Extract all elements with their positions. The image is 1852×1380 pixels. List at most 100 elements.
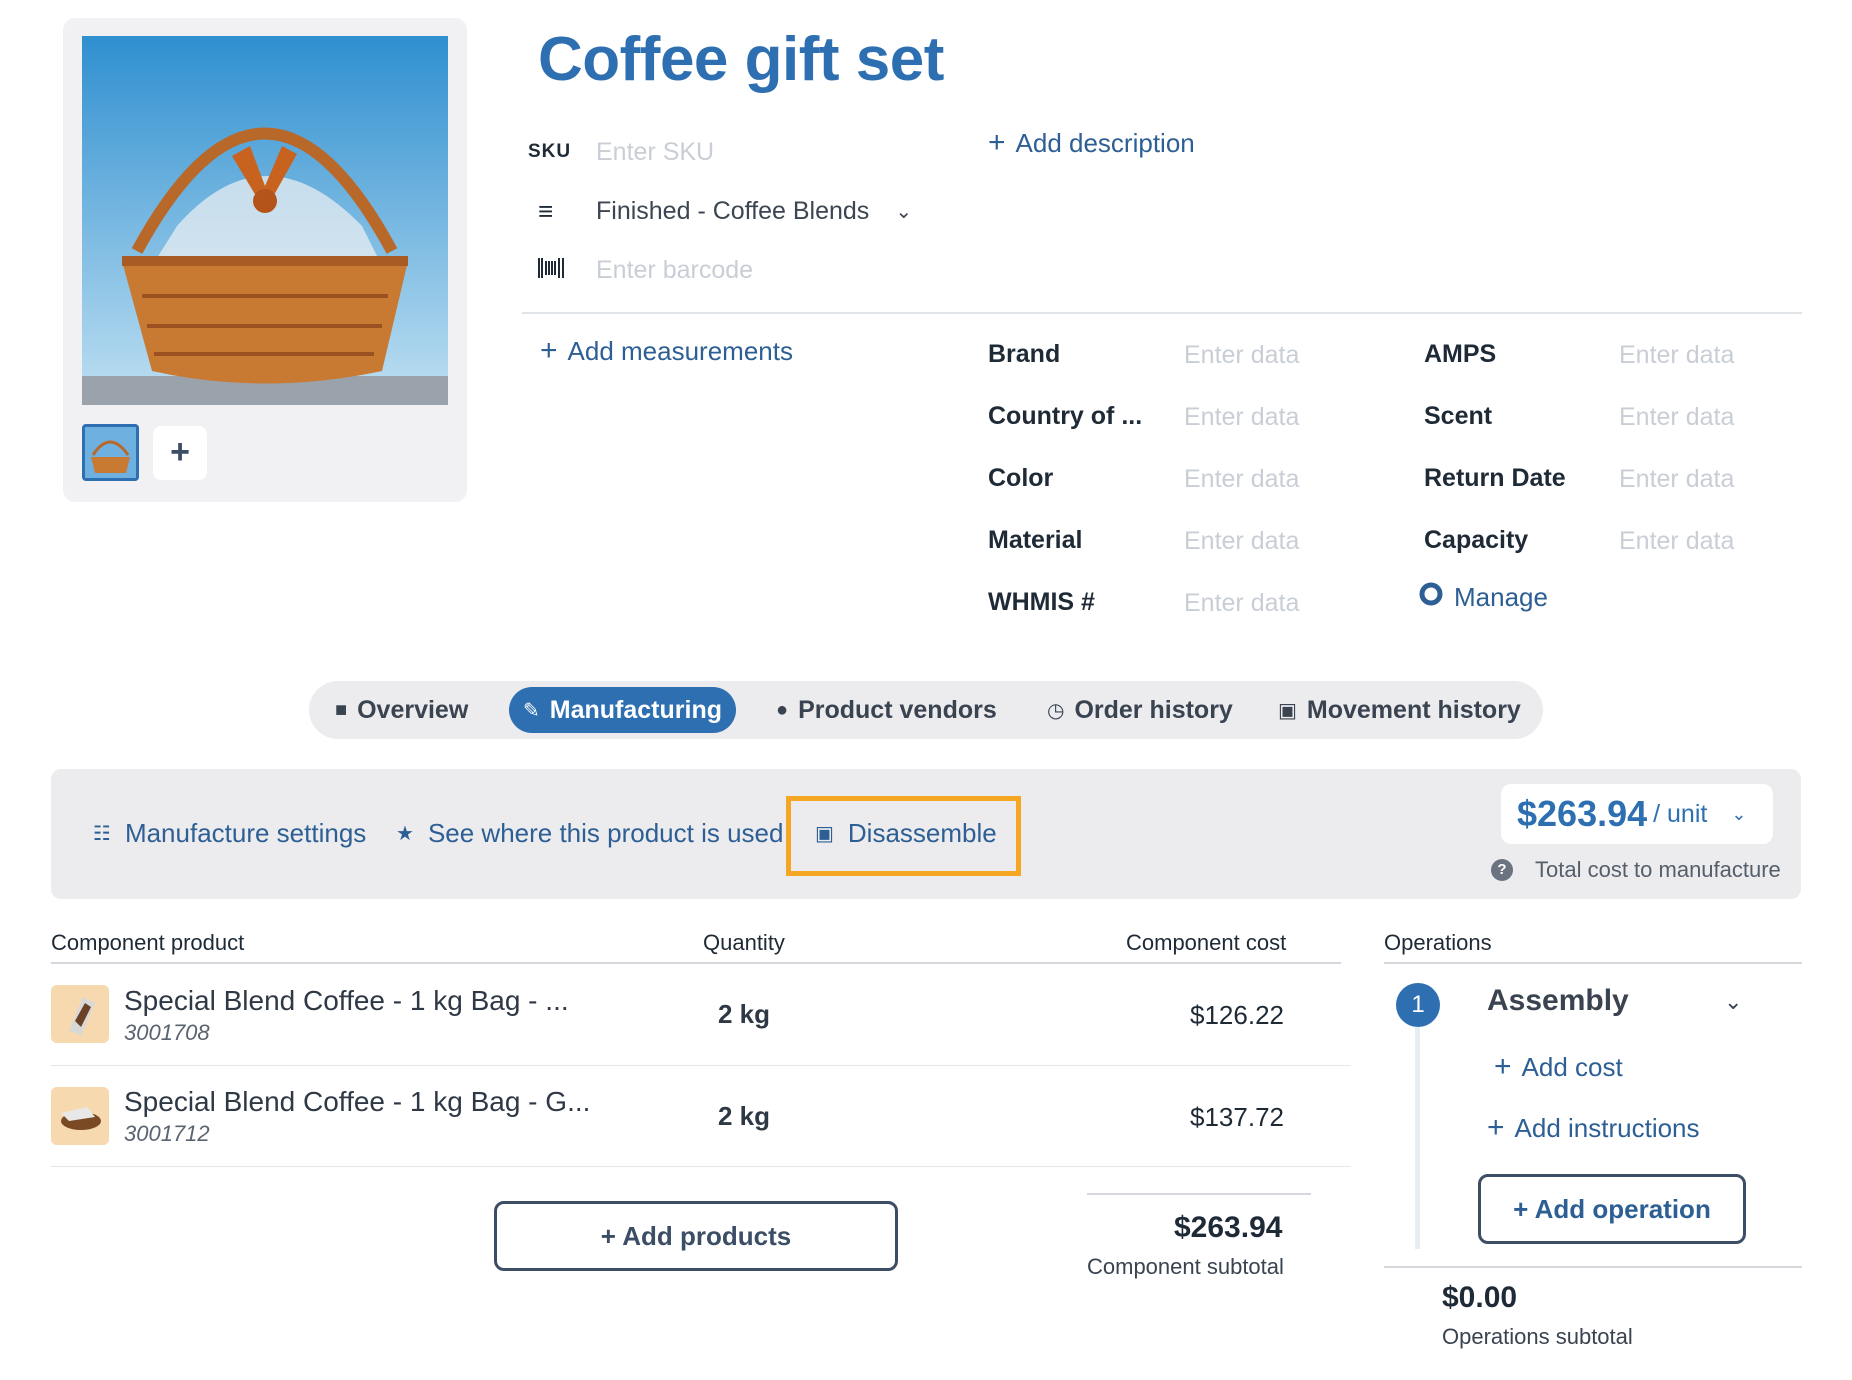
header-quantity: Quantity [703,930,785,955]
unit-cost-unit: / unit [1653,799,1708,828]
component-quantity[interactable]: 2 kg [718,999,770,1030]
component-cost: $126.22 [1190,1000,1284,1030]
tab-order-history-label: Order history [1074,695,1233,724]
manage-attributes-link[interactable]: Manage [1418,581,1548,614]
component-sku: 3001708 [124,1020,210,1045]
calendar-icon: ▣ [815,823,834,845]
attr-input-country[interactable]: Enter data [1184,403,1299,432]
tab-order-history[interactable]: ◷ Order history [1047,687,1233,733]
plus-icon: + [540,334,558,367]
clock-icon: ◷ [1047,699,1065,722]
plus-icon: + [1494,1050,1512,1083]
category-select[interactable]: Finished - Coffee Blends [596,197,869,226]
operation-name[interactable]: Assembly [1487,984,1629,1018]
chevron-down-icon[interactable]: ⌄ [895,199,912,224]
header-component-cost: Component cost [1126,930,1287,955]
unit-cost-value: $263.94 [1517,793,1648,834]
attr-input-color[interactable]: Enter data [1184,465,1299,494]
barcode-input[interactable]: Enter barcode [596,256,753,285]
sku-input[interactable]: Enter SKU [596,138,714,167]
component-name[interactable]: Special Blend Coffee - 1 kg Bag - G... [124,1086,590,1118]
add-measurements-label: Add measurements [567,335,793,366]
barcode-icon [528,255,596,286]
attr-label-return-date: Return Date [1424,464,1566,492]
manage-label: Manage [1454,582,1548,612]
attr-input-scent[interactable]: Enter data [1619,403,1734,432]
component-sku: 3001712 [124,1121,210,1146]
attr-label-color: Color [988,464,1054,492]
add-cost-link[interactable]: + Add cost [1494,1050,1623,1084]
operations-header-divider [1384,962,1802,964]
see-where-used-label: See where this product is used [427,818,784,848]
tab-manufacturing[interactable]: ✎ Manufacturing [509,687,736,733]
operation-step-number: 1 [1396,983,1440,1027]
manufacture-settings-label: Manufacture settings [124,818,367,848]
product-photo[interactable] [82,36,448,405]
attr-input-material[interactable]: Enter data [1184,527,1299,556]
add-products-button[interactable]: + Add products [494,1201,898,1271]
attr-label-capacity: Capacity [1424,526,1529,554]
manufacture-settings-button[interactable]: ☷ Manufacture settings [93,818,366,849]
unit-cost-selector[interactable]: $263.94 / unit ⌄ [1501,784,1773,844]
folder-icon: ■ [335,698,348,721]
attr-input-return-date[interactable]: Enter data [1619,465,1734,494]
chevron-down-icon[interactable]: ⌄ [1724,989,1742,1015]
attr-label-material: Material [988,526,1083,554]
tab-movement-history-label: Movement history [1306,695,1521,724]
attr-input-brand[interactable]: Enter data [1184,341,1299,370]
add-image-button[interactable]: + [153,426,207,480]
tab-manufacturing-label: Manufacturing [549,695,722,724]
divider [522,312,1802,314]
total-cost-label: Total cost to manufacture [1535,857,1781,882]
tab-overview[interactable]: ■ Overview [335,687,468,733]
sku-label: SKU [528,141,572,162]
add-instructions-link[interactable]: + Add instructions [1487,1111,1700,1145]
attr-label-scent: Scent [1424,402,1493,430]
add-measurements-link[interactable]: + Add measurements [540,334,793,368]
product-thumbnail[interactable] [82,424,139,481]
attr-label-amps: AMPS [1424,340,1497,368]
chevron-down-icon: ⌄ [1731,803,1747,824]
tab-bar: ■ Overview ✎ Manufacturing ● Product ven… [309,681,1543,739]
star-icon: ★ [396,823,414,845]
component-quantity[interactable]: 2 kg [718,1101,770,1132]
disassemble-button[interactable]: ▣ Disassemble [815,818,997,849]
person-icon: ● [776,698,789,721]
component-subtotal-value: $263.94 [1174,1211,1283,1244]
add-description-link[interactable]: + Add description [988,126,1195,160]
add-cost-label: Add cost [1521,1051,1623,1082]
attr-input-amps[interactable]: Enter data [1619,341,1734,370]
tab-movement-history[interactable]: ▣ Movement history [1278,687,1521,733]
plus-icon: + [988,126,1006,159]
product-image-card: + [63,18,467,502]
tab-product-vendors-label: Product vendors [798,695,997,724]
attr-label-whmis: WHMIS # [988,588,1095,616]
table-header-divider [51,962,1341,964]
tab-product-vendors[interactable]: ● Product vendors [776,687,997,733]
header-component-product: Component product [51,930,245,955]
add-operation-button[interactable]: + Add operation [1478,1174,1746,1244]
product-title[interactable]: Coffee gift set [538,24,944,95]
add-instructions-label: Add instructions [1514,1112,1700,1143]
gear-icon [1418,581,1444,614]
component-name[interactable]: Special Blend Coffee - 1 kg Bag - ... [124,985,569,1017]
category-icon: ≡ [538,195,554,226]
attr-input-whmis[interactable]: Enter data [1184,589,1299,618]
component-cost: $137.72 [1190,1102,1284,1132]
operations-subtotal-divider [1384,1266,1802,1268]
see-where-used-button[interactable]: ★ See where this product is used [396,818,783,849]
header-operations: Operations [1384,930,1492,955]
attr-label-country: Country of ... [988,402,1143,430]
barcode-row: Enter barcode [528,250,753,290]
category-row[interactable]: ≡ Finished - Coffee Blends ⌄ [528,191,912,231]
calendar-icon: ▣ [1278,699,1297,722]
operations-subtotal-value: $0.00 [1442,1281,1518,1314]
manufacturing-action-bar: ☷ Manufacture settings ★ See where this … [51,769,1801,899]
add-description-label: Add description [1015,127,1195,158]
component-thumbnail [51,1087,109,1145]
attr-input-capacity[interactable]: Enter data [1619,527,1734,556]
tab-overview-label: Overview [357,695,469,724]
attr-label-brand: Brand [988,340,1061,368]
operations-subtotal-label: Operations subtotal [1442,1324,1633,1349]
help-icon[interactable]: ? [1491,859,1513,881]
